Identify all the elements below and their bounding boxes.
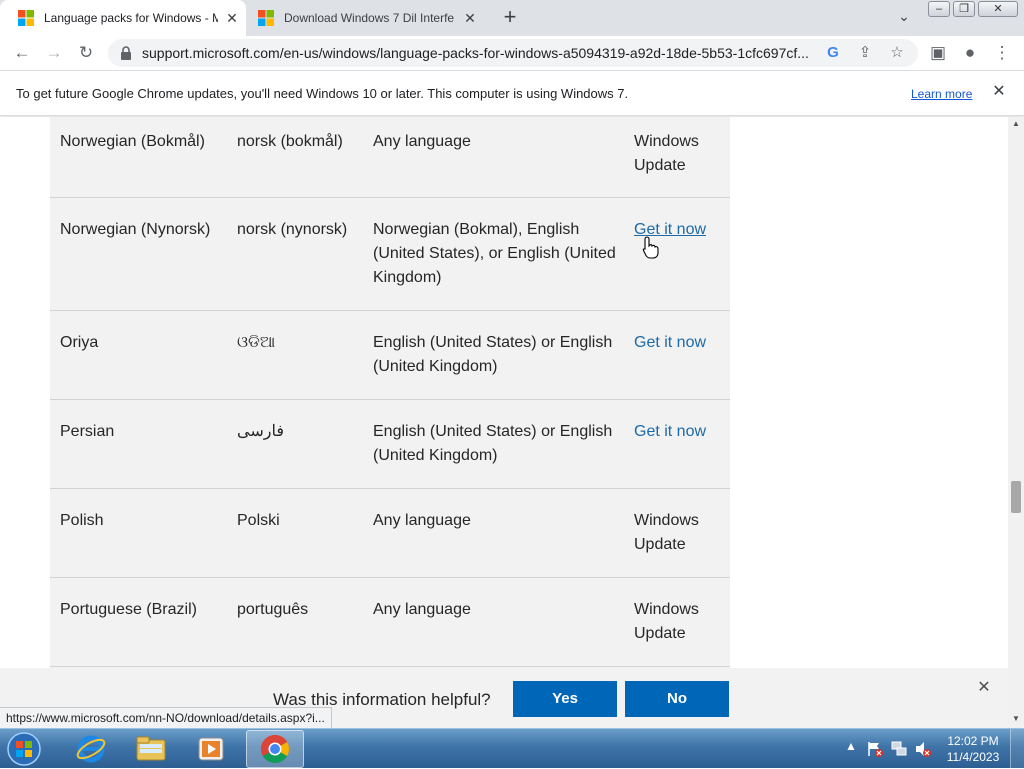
lock-icon[interactable] <box>118 45 134 61</box>
bookmark-star-icon[interactable]: ☆ <box>885 41 909 65</box>
native-name-cell: português <box>237 601 309 618</box>
page-scrollbar[interactable]: ▲ ▼ <box>1008 117 1024 728</box>
microsoft-logo-icon <box>258 10 274 26</box>
volume-muted-icon[interactable] <box>914 740 932 758</box>
tab-download-windows7[interactable]: Download Windows 7 Dil Interfe ✕ <box>246 0 490 36</box>
taskbar-media-player[interactable] <box>182 730 240 768</box>
show-hidden-icons-arrow-icon[interactable]: ▲ <box>845 739 857 753</box>
tab-search-chevron-icon[interactable]: ⌄ <box>894 8 914 28</box>
tab-title: Download Windows 7 Dil Interfe <box>284 11 455 25</box>
infobar-close-icon[interactable]: ✕ <box>990 83 1008 101</box>
page-content: Norwegian (Bokmål) norsk (bokmål) Any la… <box>0 117 1008 668</box>
native-name-cell: norsk (bokmål) <box>237 133 343 150</box>
reload-icon[interactable]: ↻ <box>74 41 98 65</box>
address-bar[interactable]: support.microsoft.com/en-us/windows/lang… <box>108 39 918 67</box>
windows-taskbar: ▲ 12:02 PM 11/4/2023 <box>0 728 1024 769</box>
table-row: Portuguese (Brazil) português Any langua… <box>50 578 730 667</box>
tab-close-icon[interactable]: ✕ <box>222 8 242 28</box>
browser-toolbar: ← → ↻ support.microsoft.com/en-us/window… <box>0 36 1024 70</box>
url-text[interactable]: support.microsoft.com/en-us/windows/lang… <box>142 45 822 61</box>
language-cell: Portuguese (Brazil) <box>60 601 197 618</box>
table-row: Polish Polski Any language Windows Updat… <box>50 489 730 578</box>
scroll-down-arrow-icon[interactable]: ▼ <box>1008 712 1024 726</box>
forward-arrow-icon[interactable]: → <box>42 41 66 65</box>
yes-button[interactable]: Yes <box>513 681 617 717</box>
base-language-cell: Norwegian (Bokmal), English (United Stat… <box>373 221 616 286</box>
tab-language-packs[interactable]: Language packs for Windows - M ✕ <box>0 0 246 36</box>
folder-icon <box>136 736 166 761</box>
get-it-now-link[interactable]: Get it now <box>634 331 726 355</box>
taskbar-file-explorer[interactable] <box>122 730 180 768</box>
close-window-button[interactable]: ✕ <box>978 1 1018 17</box>
base-language-cell: Any language <box>373 512 471 529</box>
action-center-flag-icon[interactable] <box>866 740 884 758</box>
language-packs-table: Norwegian (Bokmål) norsk (bokmål) Any la… <box>50 117 730 668</box>
menu-kebab-icon[interactable]: ⋮ <box>990 41 1014 65</box>
language-cell: Norwegian (Bokmål) <box>60 133 205 150</box>
base-language-cell: Any language <box>373 133 471 150</box>
taskbar-clock[interactable]: 12:02 PM 11/4/2023 <box>940 733 1006 765</box>
clock-date: 11/4/2023 <box>946 750 1000 764</box>
feedback-close-icon[interactable]: ✕ <box>974 678 994 698</box>
get-cell: Windows Update <box>634 133 699 174</box>
no-button[interactable]: No <box>625 681 729 717</box>
get-it-now-link[interactable]: Get it now <box>634 420 726 444</box>
get-cell: Windows Update <box>634 512 699 553</box>
scroll-up-arrow-icon[interactable]: ▲ <box>1008 117 1024 131</box>
language-cell: Polish <box>60 512 104 529</box>
status-url-bubble: https://www.microsoft.com/nn-NO/download… <box>0 707 332 728</box>
tab-close-icon[interactable]: ✕ <box>460 8 480 28</box>
clock-time: 12:02 PM <box>947 734 999 748</box>
microsoft-logo-icon <box>18 10 34 26</box>
new-tab-icon[interactable]: + <box>498 6 522 30</box>
base-language-cell: Any language <box>373 601 471 618</box>
show-desktop-button[interactable] <box>1010 729 1024 769</box>
media-player-icon <box>198 737 224 761</box>
google-translate-icon[interactable]: G <box>821 41 845 65</box>
table-row: Norwegian (Bokmål) norsk (bokmål) Any la… <box>50 117 730 198</box>
language-cell: Norwegian (Nynorsk) <box>60 221 211 238</box>
infobar-message: To get future Google Chrome updates, you… <box>16 86 629 101</box>
native-name-cell: Polski <box>237 512 280 529</box>
learn-more-link[interactable]: Learn more <box>911 87 972 101</box>
taskbar-internet-explorer[interactable] <box>62 730 120 768</box>
back-arrow-icon[interactable]: ← <box>10 41 34 65</box>
share-icon[interactable]: ⇪ <box>853 41 877 65</box>
base-language-cell: English (United States) or English (Unit… <box>373 423 613 464</box>
restore-button[interactable]: ❐ <box>953 1 975 17</box>
hand-cursor-icon <box>642 236 659 259</box>
network-icon[interactable] <box>890 740 908 758</box>
table-row: Norwegian (Nynorsk) norsk (nynorsk) Norw… <box>50 198 730 311</box>
table-row: Persian فارسی English (United States) or… <box>50 400 730 489</box>
scrollbar-thumb[interactable] <box>1011 481 1021 513</box>
internet-explorer-icon <box>76 735 106 763</box>
native-name-cell: norsk (nynorsk) <box>237 221 348 238</box>
table-row: Oriya ଓଡିଆ English (United States) or En… <box>50 311 730 400</box>
taskbar-chrome[interactable] <box>246 730 304 768</box>
language-cell: Persian <box>60 423 115 440</box>
side-panel-icon[interactable]: ▣ <box>926 41 950 65</box>
tab-title: Language packs for Windows - M <box>44 11 218 25</box>
minimize-button[interactable]: – <box>928 1 950 17</box>
update-infobar: To get future Google Chrome updates, you… <box>0 70 1024 116</box>
tab-strip: Language packs for Windows - M ✕ Downloa… <box>0 0 1024 36</box>
native-name-cell: ଓଡିଆ <box>237 334 276 351</box>
profile-avatar-icon[interactable]: ● <box>958 41 982 65</box>
native-name-cell: فارسی <box>237 423 284 440</box>
get-cell: Windows Update <box>634 601 699 642</box>
chrome-icon <box>261 735 289 763</box>
windows-start-orb-icon[interactable] <box>4 730 44 768</box>
language-cell: Oriya <box>60 334 99 351</box>
base-language-cell: English (United States) or English (Unit… <box>373 334 613 375</box>
